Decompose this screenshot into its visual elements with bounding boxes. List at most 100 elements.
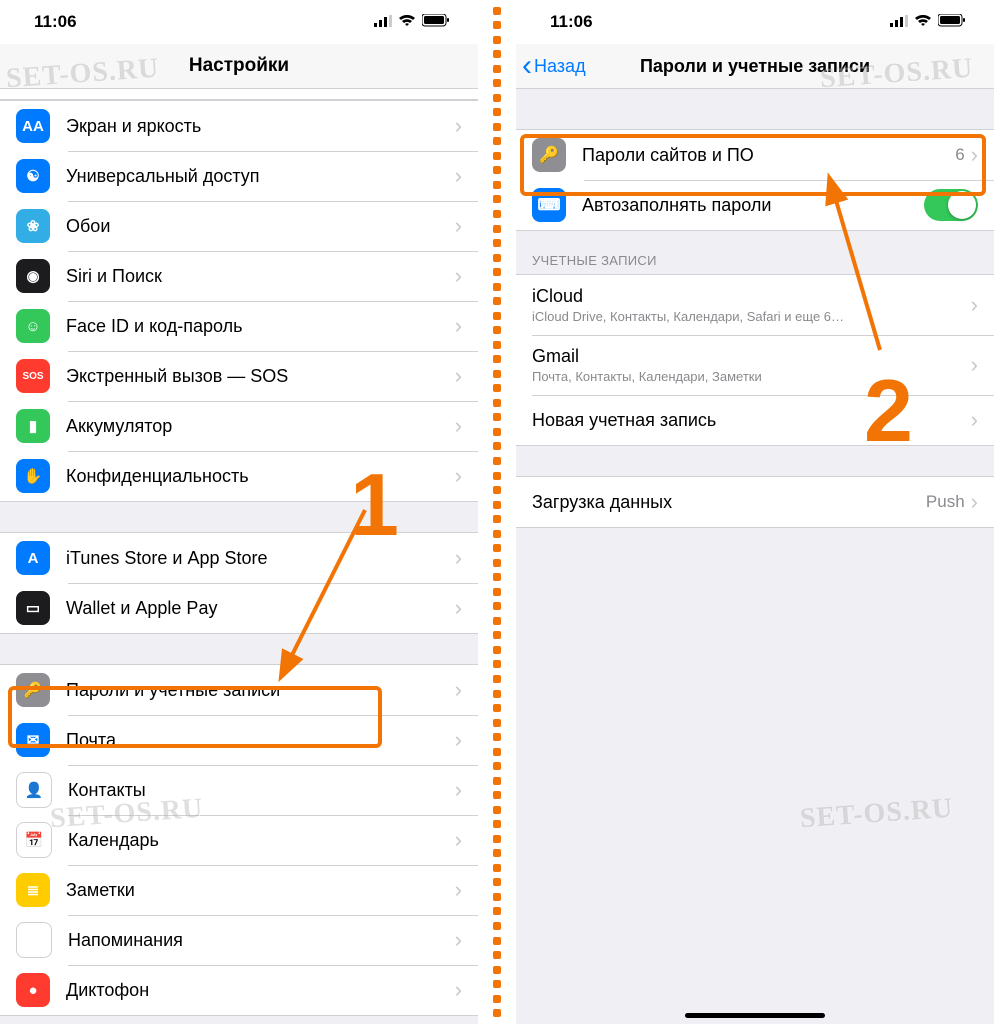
settings-row-siri[interactable]: ◉ Siri и Поиск› — [0, 251, 478, 301]
mail-icon: ✉ — [16, 723, 50, 757]
account-row[interactable]: GmailПочта, Контакты, Календари, Заметки… — [516, 335, 994, 395]
chevron-right-icon: › — [455, 363, 462, 389]
chevron-right-icon: › — [455, 545, 462, 571]
settings-row-accessibility[interactable]: ☯Универсальный доступ› — [0, 151, 478, 201]
settings-row-faceid[interactable]: ☺ Face ID и код-пароль› — [0, 301, 478, 351]
chevron-left-icon: ‹ — [522, 51, 532, 81]
row-label: Пароли и учетные записи — [66, 680, 455, 701]
row-label: Загрузка данных — [532, 492, 926, 513]
chevron-right-icon: › — [455, 777, 462, 803]
chevron-right-icon: › — [455, 927, 462, 953]
signal-icon — [374, 12, 392, 32]
row-label: Универсальный доступ — [66, 166, 455, 187]
settings-row-voicememo[interactable]: ●Диктофон› — [0, 965, 478, 1015]
notes-icon: ≣ — [16, 873, 50, 907]
row-label: Календарь — [68, 830, 455, 851]
row-label: Пароли сайтов и ПО — [582, 145, 955, 166]
account-name: iCloud — [532, 286, 971, 307]
settings-row-mail[interactable]: ✉ Почта› — [0, 715, 478, 765]
status-time: 11:06 — [550, 12, 593, 32]
contacts-icon: 👤 — [16, 772, 52, 808]
status-bar: 11:06 — [516, 0, 994, 44]
website-passwords-row[interactable]: 🔑 Пароли сайтов и ПО 6 › — [516, 130, 994, 180]
settings-row-battery[interactable]: ▮ Аккумулятор› — [0, 401, 478, 451]
chevron-right-icon: › — [455, 263, 462, 289]
settings-row-reminders[interactable]: ⋮ Напоминания› — [0, 915, 478, 965]
siri-icon: ◉ — [16, 259, 50, 293]
chevron-right-icon: › — [455, 977, 462, 1003]
chevron-right-icon: › — [455, 413, 462, 439]
settings-row-display[interactable]: AAЭкран и яркость› — [0, 101, 478, 151]
home-indicator[interactable] — [685, 1013, 825, 1018]
chevron-right-icon: › — [455, 727, 462, 753]
row-value: Push — [926, 492, 965, 512]
voicememo-icon: ● — [16, 973, 50, 1007]
account-row[interactable]: Новая учетная запись› — [516, 395, 994, 445]
keyboard-icon: ⌨ — [532, 188, 566, 222]
chevron-right-icon: › — [971, 292, 978, 318]
row-label: Siri и Поиск — [66, 266, 455, 287]
row-count: 6 — [955, 145, 964, 165]
settings-row-wallet[interactable]: ▭Wallet и Apple Pay› — [0, 583, 478, 633]
autofill-passwords-row[interactable]: ⌨ Автозаполнять пароли — [516, 180, 994, 230]
row-label: Напоминания — [68, 930, 455, 951]
settings-row-sos[interactable]: SOS Экстренный вызов — SOS› — [0, 351, 478, 401]
display-icon: AA — [16, 109, 50, 143]
settings-row-privacy[interactable]: ✋ Конфиденциальность› — [0, 451, 478, 501]
reminders-icon: ⋮ — [16, 922, 52, 958]
row-label: Контакты — [68, 780, 455, 801]
account-name: Новая учетная запись — [532, 410, 971, 431]
page-title: Пароли и учетные записи — [640, 56, 870, 77]
back-button[interactable]: ‹ Назад — [522, 51, 586, 81]
settings-row-appstore[interactable]: AiTunes Store и App Store› — [0, 533, 478, 583]
battery-icon — [938, 12, 966, 32]
chevron-right-icon: › — [455, 463, 462, 489]
chevron-right-icon: › — [455, 163, 462, 189]
calendar-icon: 📅 — [16, 822, 52, 858]
chevron-right-icon: › — [455, 595, 462, 621]
privacy-icon: ✋ — [16, 459, 50, 493]
row-label: Экстренный вызов — SOS — [66, 366, 455, 387]
left-screenshot: 11:06 Настройки AAЭкран и яркость›☯Униве… — [0, 0, 478, 1024]
account-sub: Почта, Контакты, Календари, Заметки — [532, 369, 971, 384]
wifi-icon — [914, 12, 932, 32]
passwords-icon: 🔑 — [16, 673, 50, 707]
chevron-right-icon: › — [971, 352, 978, 378]
chevron-right-icon: › — [455, 877, 462, 903]
row-label: Конфиденциальность — [66, 466, 455, 487]
wallpaper-icon: ❀ — [16, 209, 50, 243]
account-row[interactable]: iCloudiCloud Drive, Контакты, Календари,… — [516, 275, 994, 335]
screenshot-divider — [478, 0, 516, 1024]
faceid-icon: ☺ — [16, 309, 50, 343]
navbar-settings: Настройки — [0, 44, 478, 89]
chevron-right-icon: › — [455, 827, 462, 853]
settings-row-passwords[interactable]: 🔑Пароли и учетные записи› — [0, 665, 478, 715]
battery-icon: ▮ — [16, 409, 50, 443]
status-bar: 11:06 — [0, 0, 478, 44]
row-label: Face ID и код-пароль — [66, 316, 455, 337]
chevron-right-icon: › — [455, 313, 462, 339]
row-label: Аккумулятор — [66, 416, 455, 437]
settings-list[interactable]: AAЭкран и яркость›☯Универсальный доступ›… — [0, 89, 478, 1024]
settings-row-calendar[interactable]: 📅 Календарь› — [0, 815, 478, 865]
fetch-data-row[interactable]: Загрузка данных Push › — [516, 477, 994, 527]
row-label: Заметки — [66, 880, 455, 901]
wifi-icon — [398, 12, 416, 32]
row-label: Почта — [66, 730, 455, 751]
settings-row-wallpaper[interactable]: ❀Обои› — [0, 201, 478, 251]
chevron-right-icon: › — [971, 142, 978, 168]
appstore-icon: A — [16, 541, 50, 575]
accounts-header: УЧЕТНЫЕ ЗАПИСИ — [516, 231, 994, 274]
sos-icon: SOS — [16, 359, 50, 393]
passwords-list[interactable]: 🔑 Пароли сайтов и ПО 6 › ⌨ Автозаполнять… — [516, 89, 994, 1024]
row-label: Wallet и Apple Pay — [66, 598, 455, 619]
battery-icon — [422, 12, 450, 32]
chevron-right-icon: › — [971, 407, 978, 433]
settings-row-contacts[interactable]: 👤 Контакты› — [0, 765, 478, 815]
chevron-right-icon: › — [455, 213, 462, 239]
settings-row-notes[interactable]: ≣ Заметки› — [0, 865, 478, 915]
autofill-toggle[interactable] — [924, 189, 978, 221]
navbar-passwords: ‹ Назад Пароли и учетные записи — [516, 44, 994, 89]
signal-icon — [890, 12, 908, 32]
row-label: iTunes Store и App Store — [66, 548, 455, 569]
